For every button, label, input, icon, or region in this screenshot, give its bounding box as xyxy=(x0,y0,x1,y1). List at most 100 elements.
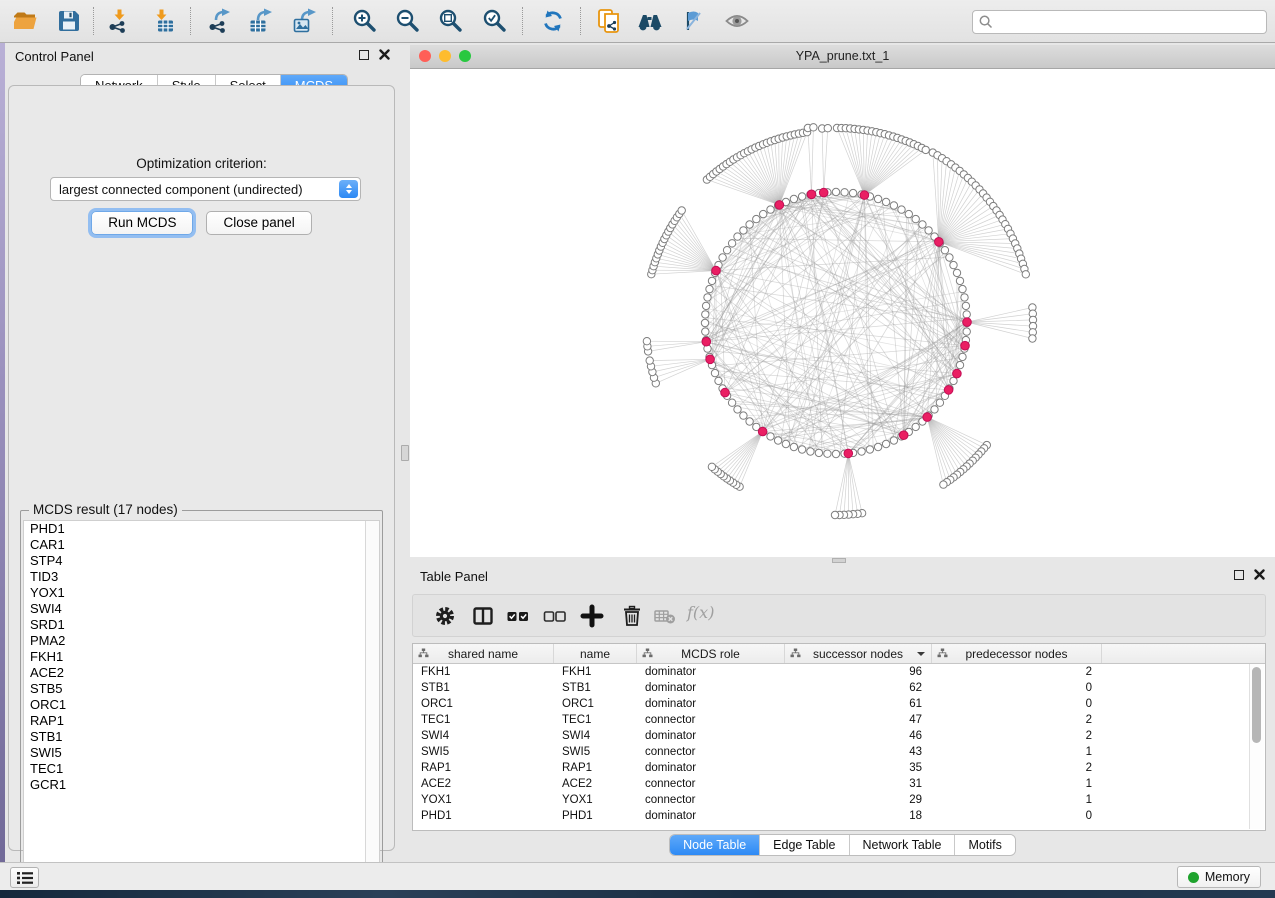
network-node[interactable] xyxy=(646,357,653,364)
table-cell[interactable]: 35 xyxy=(785,760,932,776)
mcds-node[interactable] xyxy=(758,427,767,436)
network-node[interactable] xyxy=(882,440,889,447)
network-node[interactable] xyxy=(704,294,711,301)
network-node[interactable] xyxy=(740,412,747,419)
table-row[interactable]: SWI4SWI4dominator462 xyxy=(413,728,1265,744)
run-mcds-button[interactable]: Run MCDS xyxy=(91,211,193,235)
mcds-list-scrollbar[interactable] xyxy=(365,521,379,878)
table-row[interactable]: FKH1FKH1dominator962 xyxy=(413,664,1265,680)
network-node[interactable] xyxy=(1022,271,1029,278)
tab-motifs[interactable]: Motifs xyxy=(955,835,1014,855)
close-panel-icon[interactable] xyxy=(1254,569,1265,580)
mcds-node[interactable] xyxy=(961,341,970,350)
network-node[interactable] xyxy=(959,285,966,292)
mcds-result-item[interactable]: TEC1 xyxy=(24,761,379,777)
mcds-node[interactable] xyxy=(807,190,816,199)
sort-chevron-icon[interactable] xyxy=(917,652,925,656)
network-node[interactable] xyxy=(719,254,726,261)
table-row[interactable]: STB1STB1dominator620 xyxy=(413,680,1265,696)
mcds-result-item[interactable]: RAP1 xyxy=(24,713,379,729)
table-cell[interactable]: 47 xyxy=(785,712,932,728)
table-cell[interactable]: 1 xyxy=(932,744,1102,760)
vertical-splitter-handle[interactable] xyxy=(401,445,409,461)
network-node[interactable] xyxy=(905,210,912,217)
table-cell[interactable]: connector xyxy=(637,712,785,728)
table-cell[interactable]: 46 xyxy=(785,728,932,744)
select-all-checkboxes-icon[interactable] xyxy=(506,604,530,628)
import-table-icon[interactable] xyxy=(150,8,176,34)
optimization-criterion-select[interactable]: largest connected component (undirected) xyxy=(50,177,361,201)
network-node[interactable] xyxy=(798,193,805,200)
find-binoculars-icon[interactable] xyxy=(637,8,663,34)
table-cell[interactable]: SWI4 xyxy=(554,728,637,744)
column-header[interactable]: shared name xyxy=(413,644,554,663)
network-node[interactable] xyxy=(919,221,926,228)
column-header[interactable]: name xyxy=(554,644,637,663)
mcds-result-item[interactable]: STB1 xyxy=(24,729,379,745)
table-cell[interactable]: connector xyxy=(637,792,785,808)
table-cell[interactable]: 2 xyxy=(932,712,1102,728)
open-session-icon[interactable] xyxy=(12,8,38,34)
network-node[interactable] xyxy=(1029,335,1036,342)
network-node[interactable] xyxy=(832,450,839,457)
table-cell[interactable]: STB1 xyxy=(554,680,637,696)
table-cell[interactable]: PHD1 xyxy=(413,808,554,824)
network-node[interactable] xyxy=(963,311,970,318)
float-window-icon[interactable] xyxy=(359,50,369,60)
network-node[interactable] xyxy=(824,125,831,132)
zoom-selected-icon[interactable] xyxy=(482,8,508,34)
deselect-all-checkboxes-icon[interactable] xyxy=(543,604,567,628)
network-node[interactable] xyxy=(890,437,897,444)
table-cell[interactable]: ACE2 xyxy=(554,776,637,792)
network-node[interactable] xyxy=(815,449,822,456)
network-node[interactable] xyxy=(841,189,848,196)
table-cell[interactable]: RAP1 xyxy=(554,760,637,776)
network-node[interactable] xyxy=(702,311,709,318)
table-cell[interactable]: FKH1 xyxy=(554,664,637,680)
task-history-button[interactable] xyxy=(10,867,39,888)
network-node[interactable] xyxy=(708,277,715,284)
network-node[interactable] xyxy=(760,210,767,217)
network-node[interactable] xyxy=(946,254,953,261)
mcds-node[interactable] xyxy=(899,431,908,440)
table-cell[interactable]: PHD1 xyxy=(554,808,637,824)
network-node[interactable] xyxy=(874,443,881,450)
table-scrollbar[interactable] xyxy=(1249,664,1264,829)
network-node[interactable] xyxy=(898,206,905,213)
network-node[interactable] xyxy=(832,188,839,195)
table-scrollbar-thumb[interactable] xyxy=(1252,667,1261,743)
table-settings-gear-icon[interactable] xyxy=(433,604,457,628)
mcds-result-item[interactable]: ORC1 xyxy=(24,697,379,713)
mcds-node[interactable] xyxy=(721,388,730,397)
network-node[interactable] xyxy=(774,437,781,444)
import-network-icon[interactable] xyxy=(106,8,132,34)
table-cell[interactable]: 0 xyxy=(932,808,1102,824)
mcds-result-item[interactable]: SRD1 xyxy=(24,617,379,633)
table-cell[interactable]: ORC1 xyxy=(413,696,554,712)
network-node[interactable] xyxy=(824,450,831,457)
network-node[interactable] xyxy=(790,443,797,450)
mcds-node[interactable] xyxy=(702,337,711,346)
network-node[interactable] xyxy=(936,399,943,406)
clone-network-icon[interactable] xyxy=(596,8,622,34)
mcds-result-item[interactable]: PMA2 xyxy=(24,633,379,649)
table-row[interactable]: SWI5SWI5connector431 xyxy=(413,744,1265,760)
table-cell[interactable]: YOX1 xyxy=(554,792,637,808)
vertical-splitter[interactable] xyxy=(400,43,410,862)
table-cell[interactable]: dominator xyxy=(637,696,785,712)
table-cell[interactable]: 2 xyxy=(932,760,1102,776)
table-cell[interactable]: ACE2 xyxy=(413,776,554,792)
table-cell[interactable]: 0 xyxy=(932,680,1102,696)
column-header[interactable]: successor nodes xyxy=(785,644,932,663)
network-node[interactable] xyxy=(963,328,970,335)
network-node[interactable] xyxy=(728,399,735,406)
network-node[interactable] xyxy=(940,481,947,488)
network-node[interactable] xyxy=(734,406,741,413)
network-node[interactable] xyxy=(941,247,948,254)
table-cell[interactable]: 62 xyxy=(785,680,932,696)
table-cell[interactable]: TEC1 xyxy=(554,712,637,728)
network-node[interactable] xyxy=(961,294,968,301)
mcds-result-item[interactable]: FKH1 xyxy=(24,649,379,665)
table-cell[interactable]: SWI4 xyxy=(413,728,554,744)
table-cell[interactable]: 96 xyxy=(785,664,932,680)
